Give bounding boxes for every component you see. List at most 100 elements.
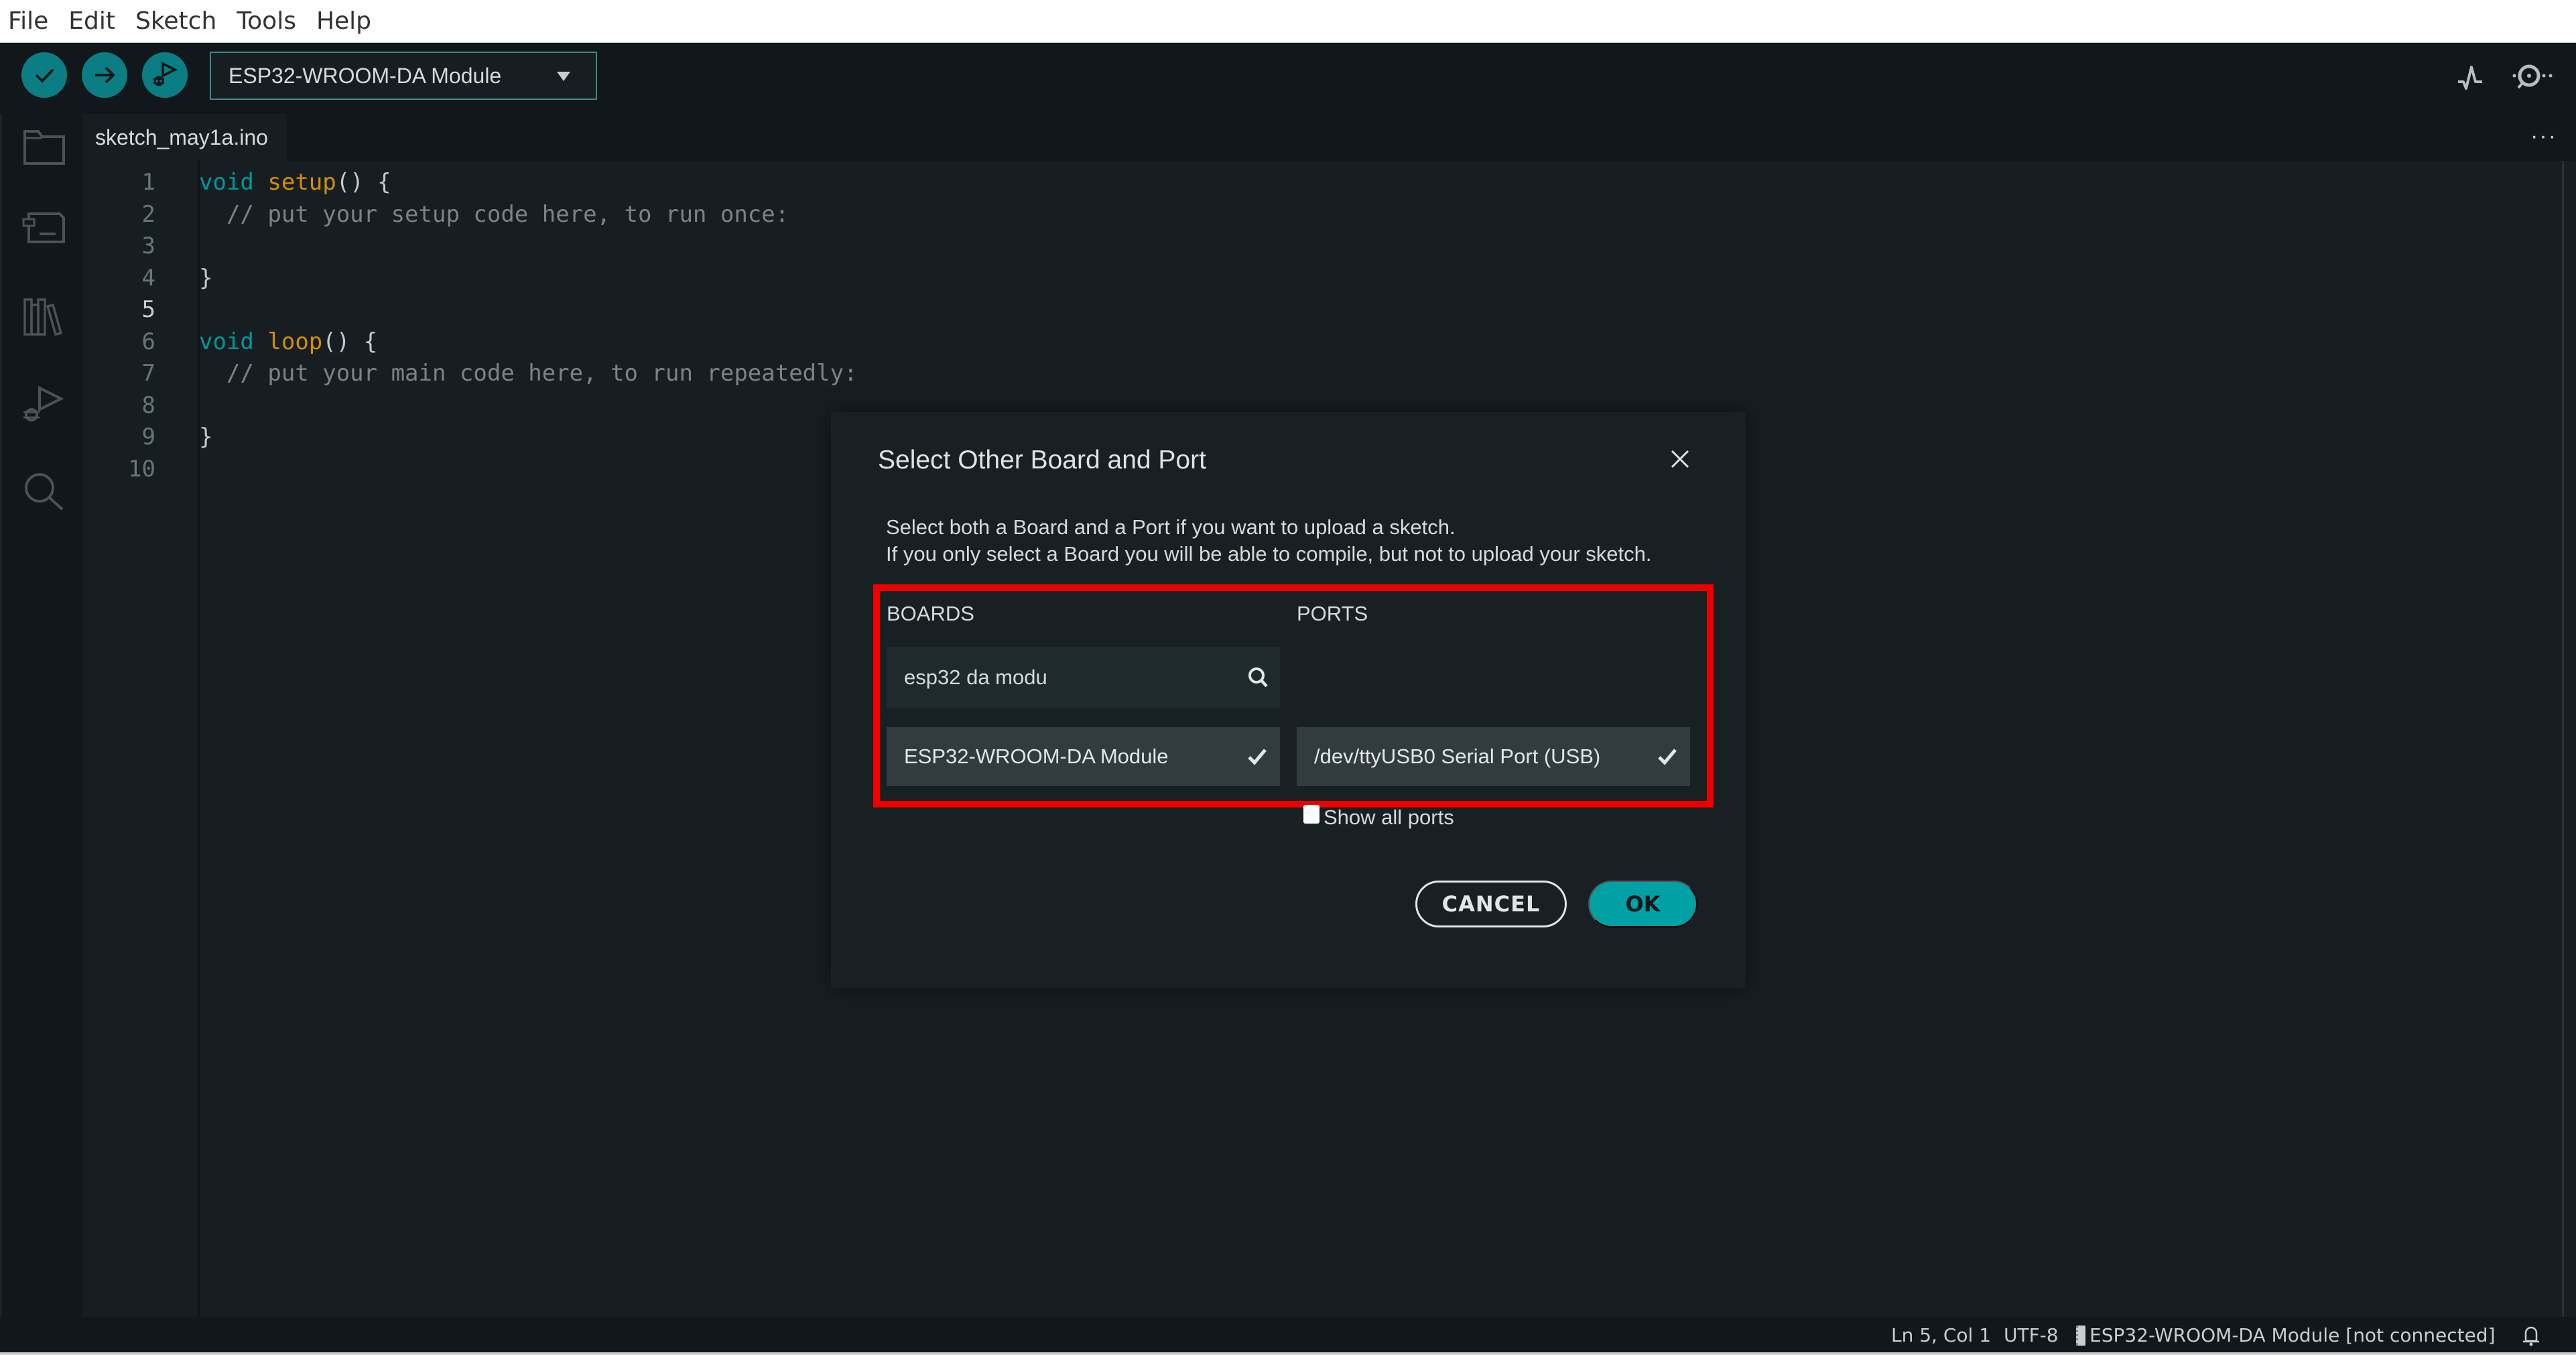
code-token: // put your main code here, to run repea… xyxy=(199,360,858,387)
board-chip-icon xyxy=(2076,1326,2085,1346)
debug-button[interactable] xyxy=(142,52,188,98)
code-text: void setup() { xyxy=(199,169,391,196)
checkmark-icon xyxy=(1248,749,1267,765)
sidebar-item-debug[interactable] xyxy=(21,382,68,429)
show-all-ports-label: Show all ports xyxy=(1324,805,1454,829)
menu-help[interactable]: Help xyxy=(316,7,371,35)
cancel-button[interactable]: CANCEL xyxy=(1415,881,1567,927)
code-line[interactable]: 7 // put your main code here, to run rep… xyxy=(82,360,2494,392)
sidebar xyxy=(0,114,82,1317)
verify-icon xyxy=(35,68,54,83)
code-token: void xyxy=(199,328,254,355)
line-number: 3 xyxy=(141,233,155,259)
line-number: 9 xyxy=(141,424,155,450)
board-search-input[interactable] xyxy=(904,665,1226,690)
sidebar-item-sketchbook[interactable] xyxy=(21,124,68,171)
checkmark-icon xyxy=(1658,749,1677,765)
menu-bar: File Edit Sketch Tools Help xyxy=(0,0,2576,43)
library-icon xyxy=(23,298,63,336)
line-number: 4 xyxy=(141,264,155,292)
upload-button[interactable] xyxy=(82,52,127,98)
tab-label: sketch_may1a.ino xyxy=(95,125,268,149)
sidebar-item-search[interactable] xyxy=(21,469,68,516)
debug-icon xyxy=(23,385,64,422)
code-token: loop xyxy=(267,328,323,355)
close-button[interactable] xyxy=(1667,446,1693,472)
code-line[interactable]: 4} xyxy=(82,265,2494,297)
dialog-description-line-2: If you only select a Board you will be a… xyxy=(886,542,1652,566)
show-all-ports-toggle[interactable]: Show all ports xyxy=(1303,805,1454,830)
board-icon xyxy=(22,212,65,243)
verify-button[interactable] xyxy=(21,52,67,98)
file-encoding[interactable]: UTF-8 xyxy=(2004,1324,2059,1346)
board-status[interactable]: ESP32-WROOM-DA Module [not connected] xyxy=(2076,1324,2496,1346)
status-bar: Ln 5, Col 1 UTF-8 ESP32-WROOM-DA Module … xyxy=(0,1317,2576,1355)
line-number: 7 xyxy=(141,360,155,387)
close-icon xyxy=(1671,450,1689,468)
board-status-label: ESP32-WROOM-DA Module [not connected] xyxy=(2089,1324,2496,1346)
code-line[interactable]: 2 // put your setup code here, to run on… xyxy=(82,201,2494,233)
serial-monitor-button[interactable] xyxy=(2509,58,2563,98)
port-item-label: /dev/ttyUSB0 Serial Port (USB) xyxy=(1314,745,1601,768)
board-selector-dropdown[interactable]: ESP32-WROOM-DA Module xyxy=(210,52,597,100)
port-list-item[interactable]: /dev/ttyUSB0 Serial Port (USB) xyxy=(1297,727,1690,786)
notifications-bell-icon[interactable] xyxy=(2520,1324,2542,1348)
dialog-title: Select Other Board and Port xyxy=(878,446,1206,474)
menu-file[interactable]: File xyxy=(8,7,48,35)
serial-plotter-icon xyxy=(2458,66,2482,90)
cursor-position[interactable]: Ln 5, Col 1 xyxy=(1891,1324,1991,1346)
folder-icon xyxy=(23,130,65,165)
search-icon xyxy=(25,473,64,511)
code-text: } xyxy=(199,265,212,292)
board-search-field[interactable] xyxy=(887,647,1280,708)
line-number: 8 xyxy=(141,391,155,419)
menu-edit[interactable]: Edit xyxy=(68,7,115,35)
boards-label: BOARDS xyxy=(887,602,974,625)
toolbar: ESP32-WROOM-DA Module xyxy=(0,43,2576,114)
tab-sketch-file[interactable]: sketch_may1a.ino xyxy=(82,114,287,161)
code-token: void xyxy=(199,169,254,196)
code-line[interactable]: 3 xyxy=(82,233,2494,265)
code-text: // put your main code here, to run repea… xyxy=(199,360,858,387)
code-line[interactable]: 1 void setup() { xyxy=(82,169,2494,201)
code-token: } xyxy=(199,424,213,450)
code-token: () { xyxy=(336,169,391,196)
board-item-label: ESP32-WROOM-DA Module xyxy=(904,745,1169,768)
gutter-divider xyxy=(198,161,200,1317)
editor-tab-bar: sketch_may1a.ino ··· xyxy=(82,114,2576,161)
ports-label: PORTS xyxy=(1297,602,1368,625)
line-number: 10 xyxy=(128,455,155,482)
select-board-port-dialog: Select Other Board and Port Select both … xyxy=(831,412,1746,988)
upload-icon xyxy=(95,66,115,84)
board-selector-label: ESP32-WROOM-DA Module xyxy=(229,63,502,88)
code-token: // put your setup code here, to run once… xyxy=(199,200,789,228)
code-line[interactable]: 6 void loop() { xyxy=(82,328,2494,361)
sidebar-item-library-manager[interactable] xyxy=(21,294,68,340)
debug-icon xyxy=(153,62,178,86)
menu-tools[interactable]: Tools xyxy=(237,7,296,35)
editor-scrollbar[interactable] xyxy=(2562,161,2564,1317)
serial-monitor-icon xyxy=(2512,64,2553,89)
code-text: } xyxy=(199,424,212,450)
chevron-down-icon xyxy=(557,72,570,81)
code-token: } xyxy=(199,264,213,292)
more-options-icon[interactable]: ··· xyxy=(2530,123,2557,149)
line-number: 1 xyxy=(141,169,155,196)
board-list-item[interactable]: ESP32-WROOM-DA Module xyxy=(887,727,1280,786)
ok-button[interactable]: OK xyxy=(1588,881,1697,927)
line-number: 5 xyxy=(141,296,155,323)
sidebar-item-boards-manager[interactable] xyxy=(21,204,68,251)
code-text: // put your setup code here, to run once… xyxy=(199,201,789,228)
code-line[interactable]: 5 xyxy=(82,296,2494,328)
dialog-description-line-1: Select both a Board and a Port if you wa… xyxy=(886,515,1456,539)
dialog-description: Select both a Board and a Port if you wa… xyxy=(886,514,1652,568)
menu-sketch[interactable]: Sketch xyxy=(135,7,216,35)
code-token: () { xyxy=(322,328,378,355)
search-icon xyxy=(1248,667,1268,688)
show-all-ports-checkbox[interactable] xyxy=(1303,805,1319,824)
line-number: 6 xyxy=(141,328,155,355)
code-token: setup xyxy=(267,169,336,196)
serial-plotter-button[interactable] xyxy=(2451,58,2492,98)
